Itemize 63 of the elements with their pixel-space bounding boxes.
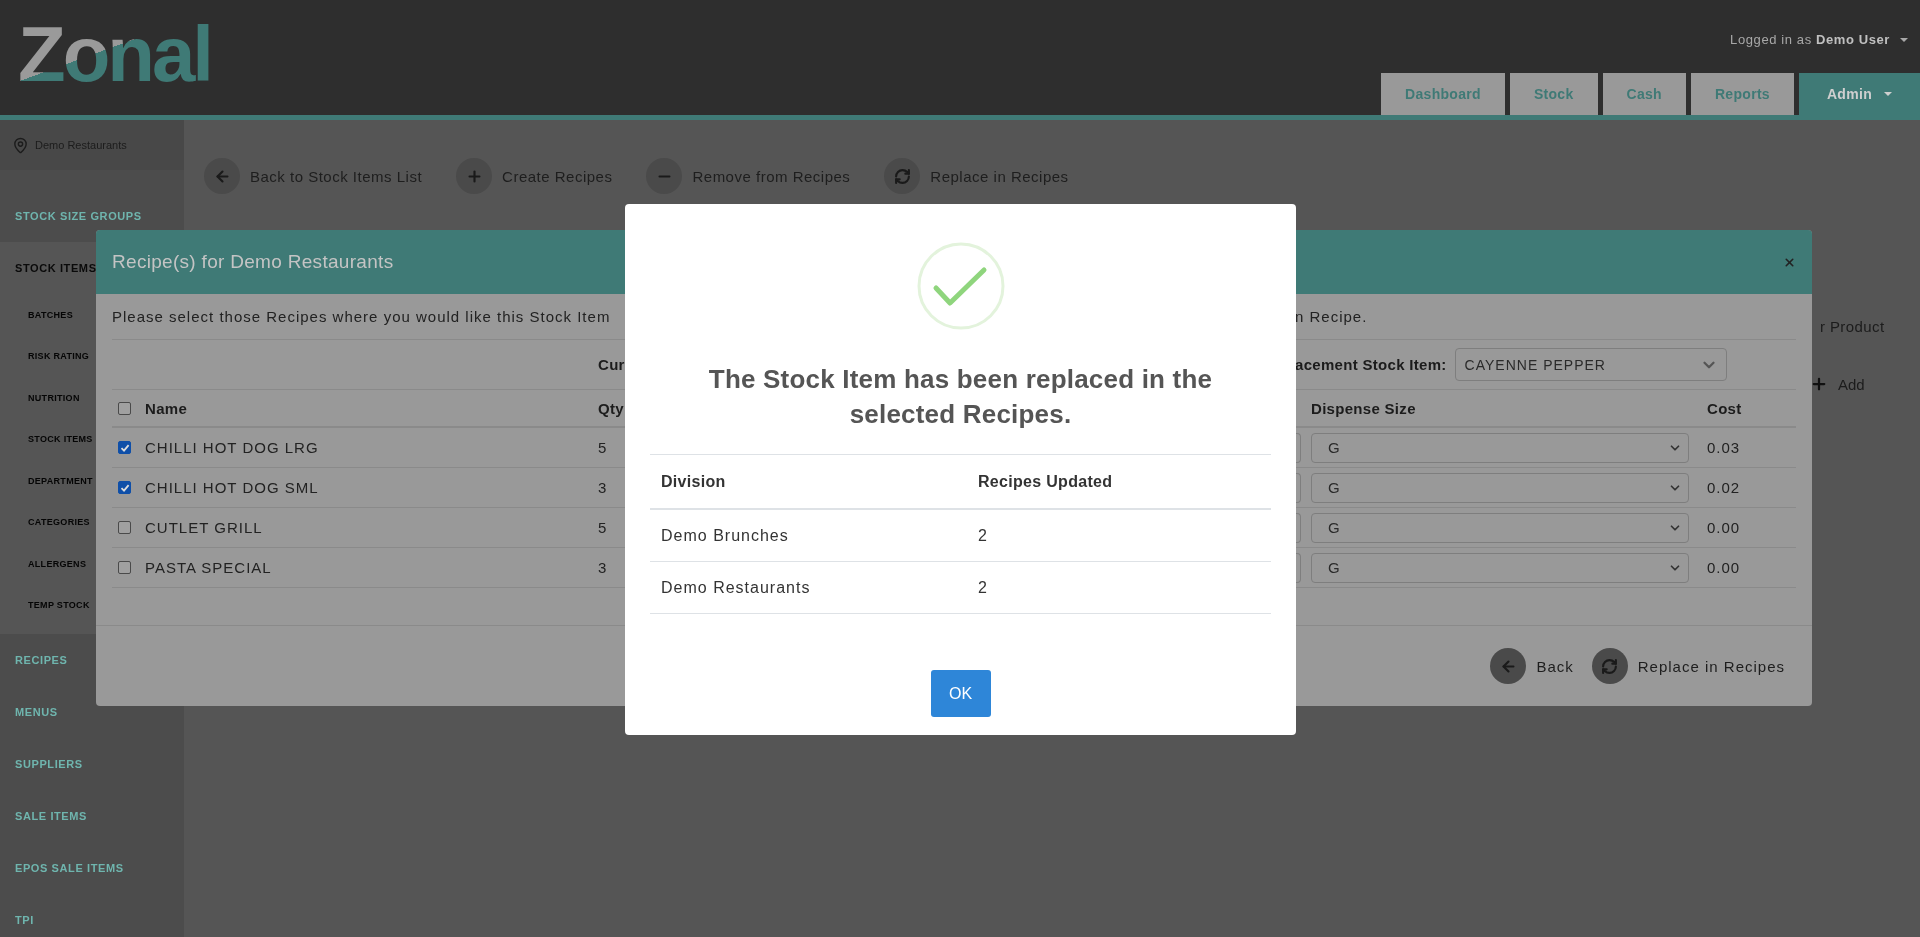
instruction-text: Please select those Recipes where you would like this Stock Item <box>112 308 611 325</box>
dispense-size-select[interactable]: G <box>1311 512 1689 543</box>
map-pin-icon <box>12 136 29 154</box>
column-header: Division <box>661 472 727 491</box>
table-cell-text: PASTA SPECIAL <box>145 559 273 576</box>
user-menu[interactable]: Logged in as Demo User <box>1730 32 1920 47</box>
table-cell-text: 0.02 <box>1706 479 1742 496</box>
modal-title: Recipe(s) for Demo Restaurants <box>112 251 394 273</box>
nav-tab[interactable]: Reports <box>1690 73 1794 115</box>
table-cell-text: 0.00 <box>1706 519 1742 536</box>
table-cell-text: 5 <box>598 519 609 536</box>
column-header: Recipes Updated <box>978 472 1114 491</box>
table-cell-text: 2 <box>978 526 989 545</box>
dispense-size-select[interactable]: G <box>1311 552 1689 583</box>
sidebar-item[interactable]: SUPPLIERS <box>0 738 184 790</box>
sidebar-item[interactable]: TPI <box>0 894 184 937</box>
table-cell-text: 5 <box>598 439 609 456</box>
table-cell-text: Demo Restaurants <box>661 578 812 597</box>
footer-button[interactable]: Back <box>1490 648 1574 684</box>
sidebar-item[interactable]: EPOS SALE ITEMS <box>0 842 184 894</box>
checkbox[interactable] <box>118 561 131 574</box>
nav-tab[interactable]: Stock <box>1509 73 1598 115</box>
table-cell-text: CHILLI HOT DOG LRG <box>145 439 320 456</box>
refresh-icon <box>884 158 921 194</box>
plus-icon <box>456 158 493 194</box>
arrow-left-icon <box>1490 648 1527 684</box>
minus-icon <box>646 158 683 194</box>
success-message: The Stock Item has been replaced in the selected Recipes. <box>707 363 1214 431</box>
ok-button[interactable]: OK <box>930 670 991 717</box>
table-cell-text: 0.00 <box>1706 559 1742 576</box>
stock-item-select[interactable]: CAYENNE PEPPER <box>1454 348 1727 381</box>
table-cell-text: 3 <box>598 559 609 576</box>
instruction-text: n Recipe. <box>1295 307 1368 325</box>
nav-tab[interactable]: Admin <box>1798 73 1920 115</box>
column-header: Qty <box>598 399 625 417</box>
footer-button[interactable]: Replace in Recipes <box>1591 648 1785 684</box>
column-header: Cost <box>1706 399 1743 417</box>
table-cell-text: CUTLET GRILL <box>145 519 264 536</box>
column-header: Cur <box>598 356 625 373</box>
table-cell-text: 2 <box>978 578 989 597</box>
column-header: r Product <box>1820 318 1886 335</box>
plus-icon <box>1810 375 1828 393</box>
nav-tab[interactable]: Cash <box>1602 73 1686 115</box>
dispense-size-select[interactable]: G <box>1311 432 1689 463</box>
close-icon[interactable] <box>1783 255 1796 269</box>
checkbox[interactable] <box>118 521 131 534</box>
sidebar-item[interactable]: SALE ITEMS <box>0 790 184 842</box>
column-header: Dispense Size <box>1311 399 1417 417</box>
checkbox[interactable] <box>118 401 131 415</box>
checkbox[interactable] <box>118 481 131 494</box>
table-cell-text: Demo Brunches <box>661 526 790 545</box>
refresh-icon <box>1591 648 1628 684</box>
checkbox[interactable] <box>118 441 131 454</box>
table-cell-text: CHILLI HOT DOG SML <box>145 479 320 496</box>
add-button[interactable]: Add <box>1810 375 1920 393</box>
dispense-size-select[interactable]: G <box>1311 472 1689 503</box>
table-cell-text: 3 <box>598 479 609 496</box>
nav-tab[interactable]: Dashboard <box>1381 73 1505 115</box>
field-label: acement Stock Item: <box>1295 356 1447 373</box>
table-cell-text: 0.03 <box>1706 439 1742 456</box>
arrow-left-icon <box>204 158 240 194</box>
column-header: Name <box>145 399 189 417</box>
checkmark-icon <box>916 242 1005 330</box>
